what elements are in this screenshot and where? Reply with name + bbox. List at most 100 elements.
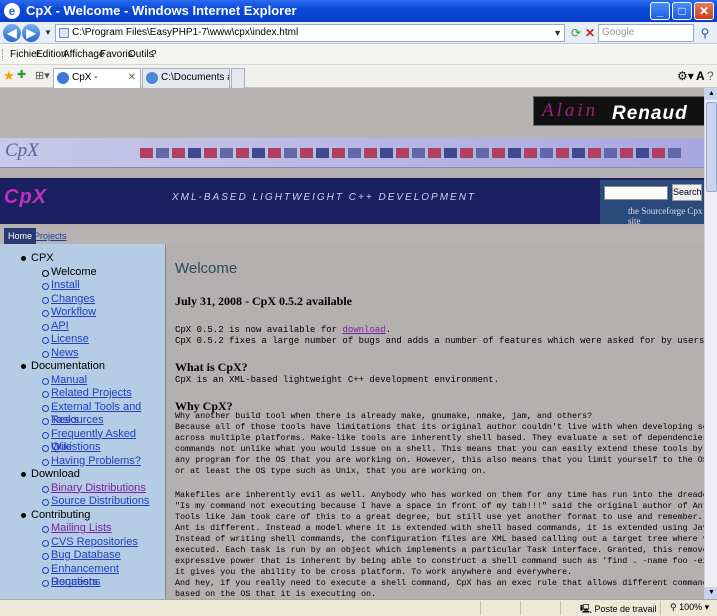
release-heading: July 31, 2008 - CpX 0.5.2 available [175, 294, 353, 308]
page-title: Welcome [175, 260, 238, 277]
download-link[interactable]: download [342, 325, 385, 335]
tab-close-icon[interactable]: ✕ [128, 69, 136, 87]
menu-edition[interactable]: Edition [36, 49, 67, 60]
decorative-square [252, 148, 265, 158]
forward-icon[interactable]: ▶ [22, 24, 40, 42]
sidebar-item-binary-distributions[interactable]: Binary Distributions [0, 482, 165, 496]
decorative-square [156, 148, 169, 158]
sidebar-item-related-projects[interactable]: Related Projects [0, 387, 165, 401]
new-tab-button[interactable] [231, 68, 245, 88]
sidebar-item-enhancement-requests[interactable]: Enhancement Requests [0, 563, 165, 588]
decorative-square [444, 148, 457, 158]
menu-help[interactable]: ? [151, 49, 157, 60]
decorative-square [556, 148, 569, 158]
sidebar-item-license[interactable]: License [0, 333, 165, 347]
tab-favicon-icon [146, 72, 158, 84]
sidebar-item-external-tools-and-tasks[interactable]: External Tools and Tasks [0, 401, 165, 426]
search-scope-note: the Sourceforge Cpx site [628, 206, 703, 226]
quick-tabs-icon[interactable]: ⊞▾ [35, 69, 50, 82]
site-search-input[interactable] [604, 186, 668, 200]
what-heading: What is CpX? [175, 360, 248, 374]
nav-projects[interactable]: Projects [34, 228, 67, 244]
why-paragraph-1: Why another build tool when there is alr… [175, 411, 704, 476]
decorative-square [508, 148, 521, 158]
cpx-band: CpX [0, 138, 704, 168]
zoom-level[interactable]: ⚲ 100% ▾ [670, 602, 709, 613]
sidebar-item-donations[interactable]: Donations [0, 576, 165, 590]
browser-window: e CpX - Welcome - Windows Internet Explo… [0, 0, 717, 616]
stop-icon[interactable]: ✕ [582, 25, 598, 41]
status-divider [480, 601, 481, 615]
release-text: CpX 0.5.2 is now available for download. [175, 325, 391, 336]
sidebar-menu: CPX Welcome Install Changes Workflow API Licen… [0, 244, 165, 590]
banner-last-name: Renaud [612, 103, 688, 124]
sidebar-item-mailing-lists[interactable]: Mailing Lists [0, 522, 165, 536]
address-toolbar: ◀ ▶ ▼ C:\Program Files\EasyPHP1-7\www\cp… [0, 22, 717, 44]
decorative-square [668, 148, 681, 158]
zoom-icon: ⚲ [670, 602, 677, 612]
scroll-up-icon[interactable]: ▲ [705, 88, 717, 100]
sidebar-item-having-problems[interactable]: Having Problems? [0, 455, 165, 469]
nav-home[interactable]: Home [4, 228, 37, 244]
sidebar-item-cvs-repositories[interactable]: CVS Repositories [0, 536, 165, 550]
decorative-square [300, 148, 313, 158]
decorative-square [604, 148, 617, 158]
sidebar-item-bug-database[interactable]: Bug Database [0, 549, 165, 563]
acrobat-icon[interactable]: A [696, 69, 705, 83]
tools-gear-icon[interactable]: ⚙▾ [677, 69, 694, 83]
release-text-post: . [385, 325, 392, 335]
sidebar-item-wiki[interactable]: Wiki [0, 441, 165, 455]
scroll-thumb[interactable] [706, 102, 717, 192]
sidebar-item-changes[interactable]: Changes [0, 293, 165, 307]
site-search-button[interactable]: Search [672, 184, 702, 201]
decorative-square [572, 148, 585, 158]
decorative-square [588, 148, 601, 158]
maximize-button[interactable]: □ [672, 2, 692, 20]
close-button[interactable]: ✕ [694, 2, 714, 20]
decorative-square [380, 148, 393, 158]
zoom-label: 100% [679, 602, 703, 612]
sidebar-section: Documentation [0, 360, 165, 374]
sidebar-item-news[interactable]: News [0, 347, 165, 361]
sidebar: CPX Welcome Install Changes Workflow API Licen… [0, 244, 166, 599]
tab-cpx-welcome[interactable]: CpX - Welcome ✕ [53, 68, 141, 101]
banner-first-name: Alain [542, 100, 599, 121]
sidebar-item-frequently-asked-questions[interactable]: Frequently Asked Questions [0, 428, 165, 453]
decorative-square [332, 148, 345, 158]
back-icon[interactable]: ◀ [3, 24, 21, 42]
scroll-down-icon[interactable]: ▼ [705, 587, 717, 599]
decorative-square [652, 148, 665, 158]
sidebar-item-source-distributions[interactable]: Source Distributions [0, 495, 165, 509]
window-title: CpX - Welcome - Windows Internet Explore… [26, 3, 297, 18]
search-go-icon[interactable]: ⚲ [697, 25, 713, 41]
sidebar-item-manual[interactable]: Manual [0, 374, 165, 388]
tab-favicon-icon [57, 72, 69, 84]
decorative-square [540, 148, 553, 158]
decorative-square [188, 148, 201, 158]
add-favorite-icon[interactable]: ✚ [17, 68, 26, 81]
search-input[interactable]: Google [598, 24, 694, 42]
security-zone: 🖳 Poste de travail [580, 602, 657, 616]
menu-outils[interactable]: Outils [128, 49, 154, 60]
address-dropdown-icon[interactable]: ▼ [553, 25, 562, 41]
decorative-square [172, 148, 185, 158]
history-dropdown-icon[interactable]: ▼ [40, 25, 56, 41]
tab-documents[interactable]: C:\Documents and Setti... [142, 68, 230, 88]
sidebar-item-workflow[interactable]: Workflow [0, 306, 165, 320]
decorative-square [236, 148, 249, 158]
release-text-pre: CpX 0.5.2 is now available for [175, 325, 343, 335]
minimize-button[interactable]: _ [650, 2, 670, 20]
favorites-star-icon[interactable]: ★ [3, 68, 15, 84]
sidebar-item-resources[interactable]: Resources [0, 414, 165, 428]
sidebar-item-install[interactable]: Install [0, 279, 165, 293]
vertical-scrollbar[interactable]: ▲ ▼ [704, 88, 717, 599]
address-input[interactable]: C:\Program Files\EasyPHP1-7\www\cpx\inde… [55, 24, 565, 42]
sidebar-item-welcome: Welcome [0, 266, 165, 280]
what-text: CpX is an XML-based lightweight C++ deve… [175, 375, 500, 385]
sidebar-section: CPX [0, 252, 165, 266]
sidebar-item-api[interactable]: API [0, 320, 165, 334]
decorative-square [524, 148, 537, 158]
help-icon[interactable]: ? [707, 69, 714, 83]
menu-affichage[interactable]: Affichage [63, 49, 105, 60]
site-tagline: XML-based lightweight C++ development [172, 192, 477, 203]
